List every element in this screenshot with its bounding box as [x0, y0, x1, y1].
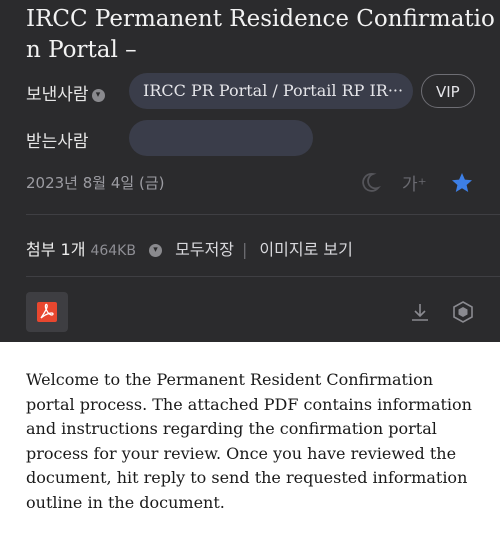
sender-chip[interactable]: IRCC PR Portal / Portail RP IR···: [129, 73, 413, 109]
email-subject: IRCC Permanent Residence Confirmation Po…: [26, 6, 495, 63]
header-divider: [26, 214, 500, 215]
pdf-file-tile[interactable]: [26, 292, 68, 332]
font-size-button[interactable]: 가⁺: [402, 170, 427, 195]
sender-label: 보낸사람: [26, 85, 89, 105]
moon-icon[interactable]: [359, 171, 381, 193]
recipient-row: 받는사람: [0, 120, 500, 156]
sender-row: 보낸사람 ▾ IRCC PR Portal / Portail RP IR··· …: [0, 73, 500, 109]
shield-icon[interactable]: [451, 300, 475, 324]
star-icon[interactable]: [450, 171, 474, 195]
pdf-icon: [37, 302, 57, 322]
view-as-images-link[interactable]: 이미지로 보기: [259, 240, 352, 259]
attachment-bar: 첨부 1개 464KB ▾ 모두저장 | 이미지로 보기: [26, 236, 353, 260]
attachment-size: 464KB: [90, 243, 136, 259]
email-header: IRCC Permanent Residence Confirmation Po…: [0, 0, 500, 342]
sender-label-group[interactable]: 보낸사람 ▾: [26, 80, 105, 105]
vip-button[interactable]: VIP: [421, 74, 475, 108]
attachment-count: 첨부 1개: [26, 240, 86, 259]
recipient-chip[interactable]: [129, 120, 313, 156]
chevron-down-icon[interactable]: ▾: [149, 244, 163, 257]
save-all-link[interactable]: 모두저장: [175, 240, 234, 259]
recipient-label: 받는사람: [26, 132, 89, 152]
download-icon[interactable]: [408, 301, 432, 325]
email-body: Welcome to the Permanent Resident Confir…: [26, 370, 472, 512]
chevron-down-icon[interactable]: ▾: [91, 88, 105, 102]
attachment-divider: [26, 276, 500, 277]
email-date: 2023년 8월 4일 (금): [26, 174, 165, 192]
separator: |: [242, 240, 248, 259]
